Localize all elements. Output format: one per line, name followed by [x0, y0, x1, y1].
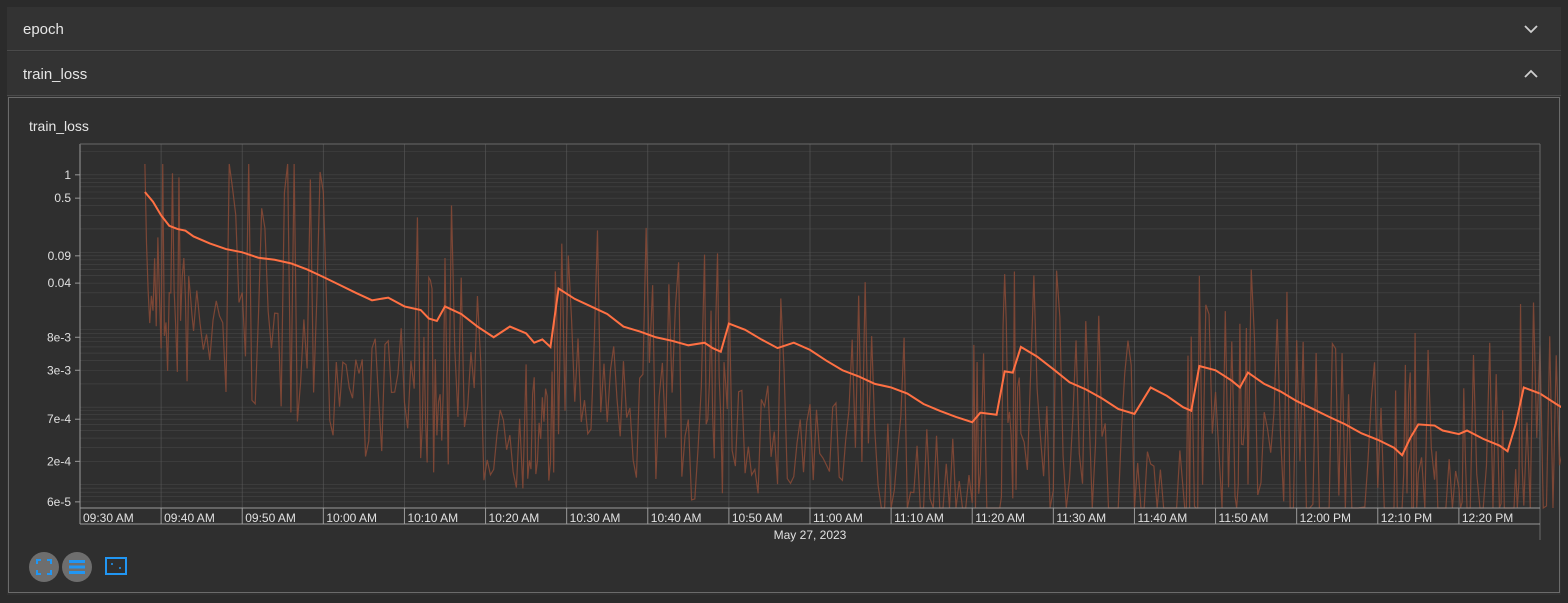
toggle-log-scale-button[interactable]	[62, 552, 92, 582]
x-date-label: May 27, 2023	[774, 528, 847, 542]
x-tick-label: 10:50 AM	[732, 511, 783, 525]
x-tick-label: 09:50 AM	[245, 511, 296, 525]
x-tick-label: 11:40 AM	[1137, 511, 1187, 525]
x-tick-label: 10:10 AM	[407, 511, 458, 525]
y-tick-label: 1	[64, 168, 71, 182]
smoothed-series-line	[144, 191, 1561, 457]
x-tick-label: 09:30 AM	[83, 511, 134, 525]
y-tick-label: 3e-3	[47, 363, 71, 377]
x-tick-label: 12:00 PM	[1300, 511, 1351, 525]
smoothed-series-layer	[144, 191, 1561, 457]
x-tick-label: 12:20 PM	[1462, 511, 1513, 525]
chart-grid	[79, 144, 1540, 509]
x-tick-label: 11:00 AM	[813, 511, 863, 525]
y-tick-label: 8e-3	[47, 330, 71, 344]
x-tick-label: 09:40 AM	[164, 511, 215, 525]
x-tick-label: 10:00 AM	[326, 511, 377, 525]
x-tick-label: 11:20 AM	[975, 511, 1025, 525]
loss-chart[interactable]: 1 0.5 0.09 0.04 8e-3 3e-3 7e-4 2e-4 6e-5 09:30 AM…	[7, 7, 1561, 595]
x-tick-label: 11:50 AM	[1219, 511, 1269, 525]
y-tick-label: 6e-5	[47, 495, 71, 509]
zoom-box-icon	[105, 557, 127, 575]
x-tick-label: 10:20 AM	[489, 511, 540, 525]
y-tick-label: 0.5	[54, 191, 71, 205]
y-tick-label: 0.09	[48, 249, 72, 263]
x-tick-label: 10:40 AM	[651, 511, 702, 525]
y-tick-label: 2e-4	[47, 454, 71, 468]
y-tick-label: 0.04	[48, 276, 72, 290]
y-tick-label: 7e-4	[47, 412, 71, 426]
scalars-panel: epoch train_loss train_loss 1 0.5 0.09 0.04…	[7, 7, 1561, 595]
x-tick-label: 12:10 PM	[1381, 511, 1432, 525]
x-tick-label: 10:30 AM	[570, 511, 621, 525]
legend-list-icon	[69, 560, 85, 574]
fit-domain-icon	[36, 559, 52, 575]
x-tick-label: 11:30 AM	[1056, 511, 1106, 525]
x-tick-label: 11:10 AM	[894, 511, 944, 525]
zoom-box-button[interactable]	[104, 555, 128, 577]
fit-domain-button[interactable]	[29, 552, 59, 582]
